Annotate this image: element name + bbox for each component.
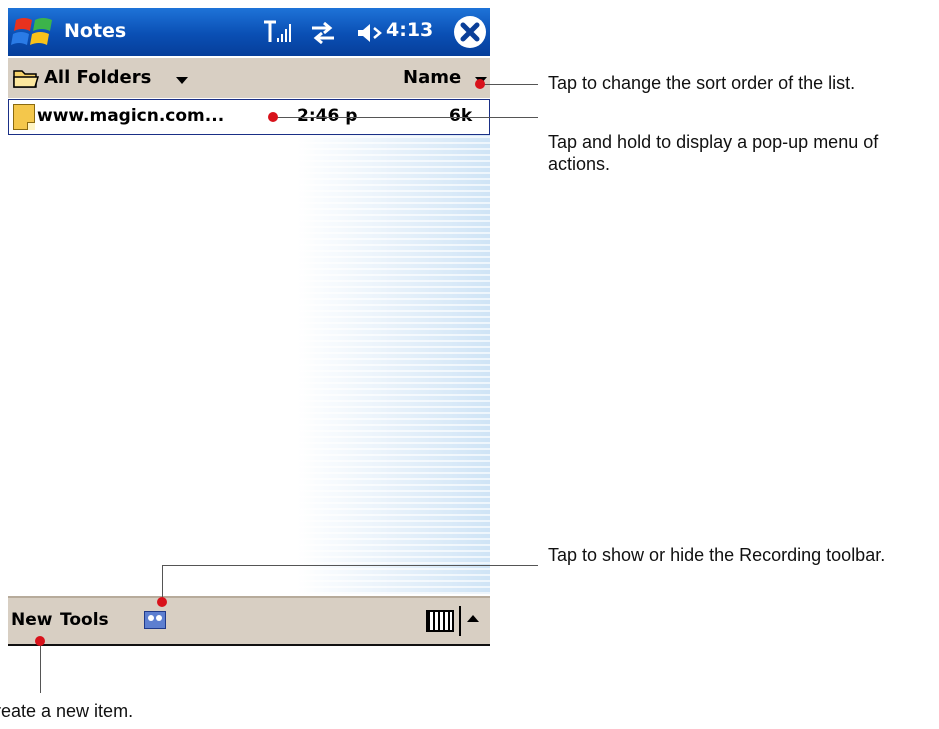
callout-dot (35, 636, 45, 646)
windows-flag-icon (11, 18, 52, 45)
sip-arrow-icon[interactable] (467, 615, 479, 622)
callout-sort: Tap to change the sort order of the list… (548, 73, 856, 93)
folder-icon (13, 70, 40, 88)
start-menu-button[interactable] (8, 8, 60, 56)
callout-line (162, 565, 538, 566)
keyboard-icon[interactable] (426, 610, 454, 632)
note-time: 2:46 p (297, 106, 358, 126)
clock[interactable]: 4:13 (386, 19, 433, 41)
speaker-icon[interactable] (357, 22, 383, 44)
close-icon (460, 22, 480, 42)
callout-line (273, 117, 538, 118)
tools-menu[interactable]: Tools (60, 610, 109, 630)
sync-icon[interactable] (310, 22, 336, 44)
app-title: Notes (64, 20, 127, 42)
sort-dropdown[interactable]: Name (403, 67, 461, 88)
callout-line (480, 84, 538, 85)
notes-list[interactable]: www.magicn.com... 2:46 p 6k (8, 99, 490, 594)
note-size: 6k (449, 106, 473, 126)
callout-hold: Tap and hold to display a pop-up menu of… (548, 132, 879, 174)
close-button[interactable] (454, 16, 486, 48)
folder-dropdown[interactable]: All Folders (44, 67, 151, 88)
new-button[interactable]: New (11, 610, 52, 630)
divider (459, 606, 461, 636)
callout-new: Create a new item. (0, 701, 134, 721)
note-name: www.magicn.com... (37, 106, 225, 126)
signal-icon[interactable] (263, 20, 293, 44)
note-icon (13, 104, 35, 130)
chevron-down-icon[interactable] (176, 77, 188, 84)
recording-icon[interactable] (144, 611, 166, 629)
callout-dot (157, 597, 167, 607)
title-bar: Notes 4:13 (8, 8, 490, 56)
callout-line (40, 641, 41, 693)
folder-bar: All Folders Name (8, 58, 490, 98)
callout-recording: Tap to show or hide the Recording toolba… (548, 545, 886, 565)
bottom-toolbar: New Tools (8, 596, 490, 646)
callout-dot (268, 112, 278, 122)
callout-dot (475, 79, 485, 89)
